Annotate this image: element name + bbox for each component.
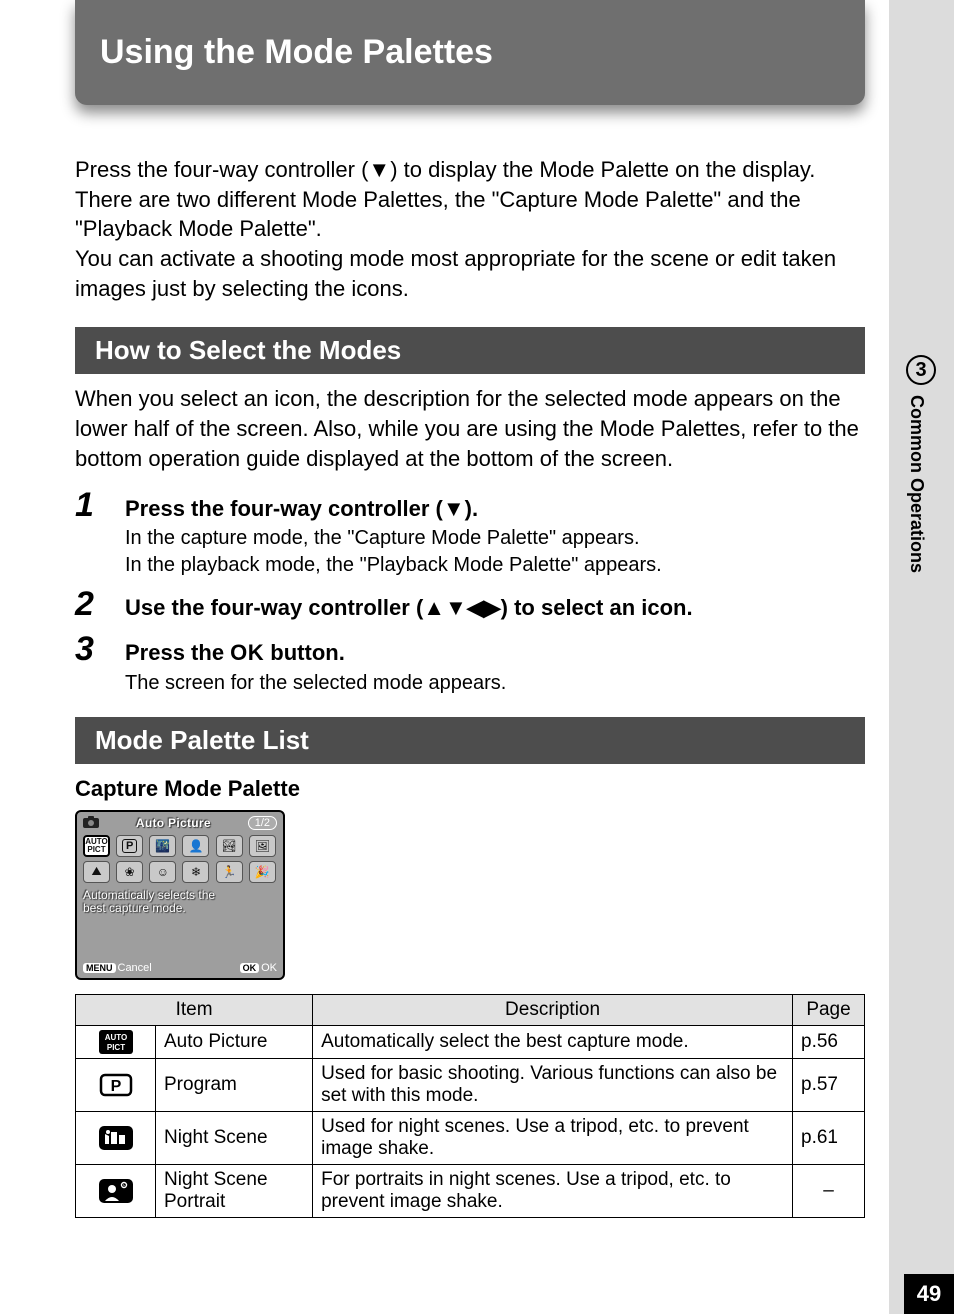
manual-page: 3 Common Operations 49 Using the Mode Pa… xyxy=(0,0,954,1314)
step-desc: The screen for the selected mode appears… xyxy=(125,670,865,697)
step-title: Press the four-way controller (▼). xyxy=(125,495,865,524)
mode-name: Program xyxy=(156,1058,313,1111)
camera-icon xyxy=(83,816,99,831)
table-row: P Program Used for basic shooting. Vario… xyxy=(76,1058,865,1111)
mode-page: p.61 xyxy=(793,1111,865,1164)
step-title: Press the OK button. xyxy=(125,639,865,668)
chapter-label: Common Operations xyxy=(906,395,927,573)
mode-name: Auto Picture xyxy=(156,1025,313,1058)
side-tab: 3 Common Operations 49 xyxy=(889,0,954,1314)
section-heading-list: Mode Palette List xyxy=(75,717,865,764)
table-row: AUTOPICT Auto Picture Automatically sele… xyxy=(76,1025,865,1058)
lcd-menu-cancel: MENUCancel xyxy=(83,962,152,974)
section-intro: When you select an icon, the description… xyxy=(75,384,865,473)
lcd-page-indicator: 1/2 xyxy=(248,816,277,830)
col-header-description: Description xyxy=(313,994,793,1025)
mode-page: p.57 xyxy=(793,1058,865,1111)
program-icon: P xyxy=(84,1073,147,1097)
col-header-item: Item xyxy=(76,994,313,1025)
auto-pict-icon: AUTOPICT xyxy=(84,1030,147,1054)
mode-desc: For portraits in night scenes. Use a tri… xyxy=(313,1164,793,1217)
step-3: 3 Press the OK button. The screen for th… xyxy=(75,630,865,697)
ok-button-label-inline: OK xyxy=(230,640,264,665)
step-1: 1 Press the four-way controller (▼). In … xyxy=(75,486,865,580)
step-number: 3 xyxy=(75,630,125,669)
page-content: Using the Mode Palettes Press the four-w… xyxy=(0,0,889,1218)
svg-text:AUTO: AUTO xyxy=(104,1033,127,1042)
chapter-tab: 3 Common Operations xyxy=(906,355,936,573)
mode-landscape-icon: 🏞 xyxy=(216,835,243,857)
subheading-capture-palette: Capture Mode Palette xyxy=(75,776,889,802)
step-title: Use the four-way controller (▲▼◀▶) to se… xyxy=(125,594,865,623)
mode-snow-icon: ❄ xyxy=(182,861,209,883)
step-desc: In the capture mode, the "Capture Mode P… xyxy=(125,525,865,579)
mode-frame-icon: 🖼 xyxy=(249,835,276,857)
mode-auto-pict-icon: AUTOPICT xyxy=(83,835,110,857)
mode-sport-icon: 🏃 xyxy=(216,861,243,883)
lcd-ok-ok: OKOK xyxy=(240,962,277,974)
intro-text: Press the four-way controller (▼) to dis… xyxy=(75,155,865,303)
night-portrait-icon xyxy=(84,1179,147,1203)
lcd-mode-description: Automatically selects thebest capture mo… xyxy=(83,889,277,915)
page-number: 49 xyxy=(904,1274,954,1314)
mode-party-icon: 🎉 xyxy=(249,861,276,883)
mode-desc: Used for night scenes. Use a tripod, etc… xyxy=(313,1111,793,1164)
table-row: Night Scene Portrait For portraits in ni… xyxy=(76,1164,865,1217)
lcd-mode-title: Auto Picture xyxy=(136,816,211,830)
section-heading-modes: How to Select the Modes xyxy=(75,327,865,374)
mode-page: – xyxy=(793,1164,865,1217)
mode-night-scene-icon: 🌃 xyxy=(149,835,176,857)
table-row: Night Scene Used for night scenes. Use a… xyxy=(76,1111,865,1164)
mode-flower-icon: ❀ xyxy=(116,861,143,883)
svg-text:PICT: PICT xyxy=(106,1043,124,1052)
mode-night-portrait-icon: 👤 xyxy=(182,835,209,857)
mode-desc: Automatically select the best capture mo… xyxy=(313,1025,793,1058)
mode-program-icon: P xyxy=(116,835,143,857)
chapter-number-badge: 3 xyxy=(906,355,936,385)
step-number: 2 xyxy=(75,585,125,624)
steps-list: 1 Press the four-way controller (▼). In … xyxy=(75,486,865,697)
mode-mountain-icon: ⛰ xyxy=(83,861,110,883)
mode-desc: Used for basic shooting. Various functio… xyxy=(313,1058,793,1111)
col-header-page: Page xyxy=(793,994,865,1025)
lcd-screenshot: Auto Picture 1/2 AUTOPICT P 🌃 👤 🏞 🖼 ⛰ ❀ … xyxy=(75,810,285,980)
title-banner: Using the Mode Palettes xyxy=(75,0,865,105)
mode-palette-table: Item Description Page AUTOPICT Auto Pict… xyxy=(75,994,865,1218)
mode-name: Night Scene xyxy=(156,1111,313,1164)
mode-portrait-icon: ☺ xyxy=(149,861,176,883)
svg-text:P: P xyxy=(110,1078,121,1095)
lcd-icon-grid: AUTOPICT P 🌃 👤 🏞 🖼 ⛰ ❀ ☺ ❄ 🏃 🎉 xyxy=(83,835,277,883)
title-banner-wrap: Using the Mode Palettes xyxy=(75,0,889,120)
step-number: 1 xyxy=(75,486,125,525)
step-2: 2 Use the four-way controller (▲▼◀▶) to … xyxy=(75,585,865,624)
page-title: Using the Mode Palettes xyxy=(100,33,493,72)
mode-name: Night Scene Portrait xyxy=(156,1164,313,1217)
night-scene-icon xyxy=(84,1126,147,1150)
mode-page: p.56 xyxy=(793,1025,865,1058)
